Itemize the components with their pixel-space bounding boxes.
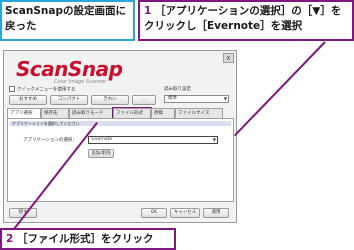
tab-save-destination[interactable]: 保存先: [41, 108, 69, 118]
clean-button[interactable]: きれい: [91, 95, 129, 105]
callout-text: ScanSnapの設定画面に戻った: [5, 5, 126, 32]
read-settings-value: 標準: [168, 96, 177, 101]
recommended-button[interactable]: おすすめ: [9, 95, 47, 105]
chevron-down-icon: ▼: [223, 96, 227, 101]
info-bar: アプリケーションを選択してください: [10, 121, 231, 126]
checkbox-icon[interactable]: [9, 86, 15, 92]
add-delete-button[interactable]: 追加/削除: [88, 149, 114, 158]
callout-text: ［アプリケーションの選択］の［▼］をクリックし［Evernote］を選択: [144, 5, 342, 32]
read-settings-select[interactable]: 標準 ▼: [164, 95, 229, 103]
info-text: アプリケーションを選択してください: [12, 121, 80, 126]
callout-step-1: 1 ［アプリケーションの選択］の［▼］をクリックし［Evernote］を選択: [138, 0, 354, 41]
quick-menu-label: クイックメニューを使用する: [17, 87, 76, 93]
tab-read-mode[interactable]: 読み取りモード: [69, 108, 113, 118]
tab-document[interactable]: 原稿: [151, 108, 175, 118]
settings-tabs: アプリ選択 保存先 読み取りモード ファイル形式 原稿 ファイルサイズ: [7, 107, 234, 119]
tab-file-size[interactable]: ファイルサイズ: [175, 108, 223, 118]
leader-line-step-1: [233, 41, 326, 137]
scansnap-logo: ScanSnap: [16, 57, 123, 81]
ok-button[interactable]: OK: [141, 208, 167, 218]
app-select-value: Evernote: [92, 137, 113, 142]
callout-text: ［ファイル形式］をクリック: [16, 233, 154, 245]
step-number: 2: [6, 233, 14, 245]
quick-menu-option[interactable]: クイックメニューを使用する: [9, 86, 75, 93]
close-button[interactable]: x: [223, 53, 234, 63]
app-select-label: アプリケーションの選択：: [23, 138, 77, 143]
read-settings-label: 読み取り設定: [164, 87, 191, 92]
step-number: 1: [144, 5, 152, 17]
callout-step-2: 2 ［ファイル形式］をクリック: [0, 228, 176, 250]
cancel-button[interactable]: キャンセル: [170, 208, 200, 218]
logo-subtitle: Color Image Scanner: [54, 79, 107, 85]
callout-returned-to-settings: ScanSnapの設定画面に戻った: [0, 0, 135, 41]
app-select-dropdown[interactable]: Evernote ▼: [88, 136, 218, 144]
app-select-panel: アプリケーションを選択してください アプリケーションの選択： Evernote ▼…: [7, 118, 234, 202]
compact-button[interactable]: コンパクト: [50, 95, 88, 105]
apply-button[interactable]: 適用: [203, 208, 229, 218]
more-button[interactable]: ...: [132, 95, 156, 105]
tab-file-format[interactable]: ファイル形式: [112, 107, 152, 119]
chevron-down-icon[interactable]: ▼: [213, 137, 216, 143]
